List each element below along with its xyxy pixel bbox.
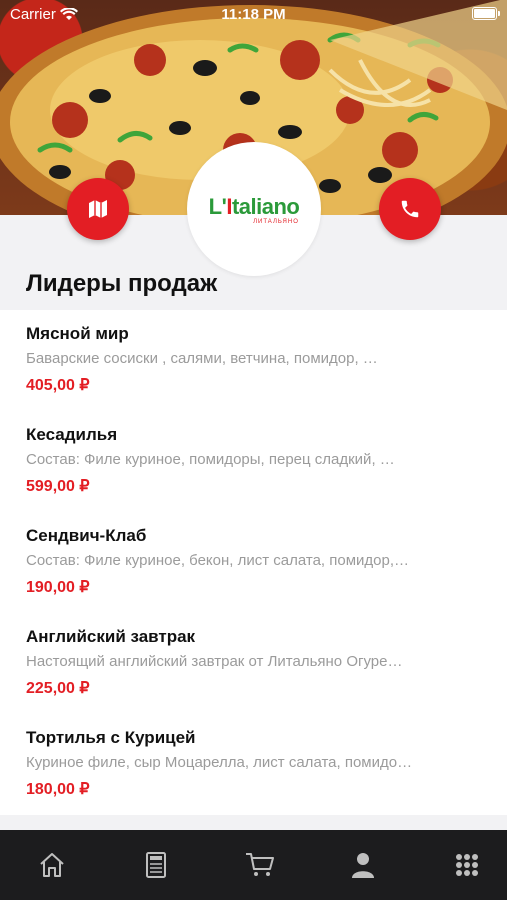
product-name: Кесадилья <box>26 425 118 444</box>
product-price: 225,00 ₽ <box>26 680 90 697</box>
logo-subtitle: ЛИТАЛЬЯНО <box>253 218 299 225</box>
tab-cart[interactable] <box>244 845 276 885</box>
home-icon <box>40 853 64 877</box>
product-price: 405,00 ₽ <box>26 377 90 394</box>
product-item[interactable]: Сендвич-Клаб Состав: Филе куриное, бекон… <box>26 512 486 602</box>
restaurant-logo: L'Italiano ЛИТАЛЬЯНО <box>187 142 321 276</box>
product-name: Мясной мир <box>26 324 129 343</box>
cart-icon <box>245 853 274 876</box>
clock: 11:18 PM <box>221 5 286 23</box>
product-price: 180,00 ₽ <box>26 781 90 798</box>
menu-icon <box>145 852 166 878</box>
tab-home[interactable] <box>36 845 68 885</box>
product-description: Состав: Филе куриное, помидоры, перец сл… <box>26 451 395 468</box>
product-price: 599,00 ₽ <box>26 478 90 495</box>
call-button[interactable] <box>379 178 441 240</box>
product-list: Мясной мир Баварские сосиски , салями, в… <box>0 310 507 815</box>
tab-bar <box>0 830 507 900</box>
product-item[interactable]: Тортилья с Курицей Куриное филе, сыр Моц… <box>26 714 486 804</box>
tab-more[interactable] <box>451 845 483 885</box>
product-item[interactable]: Английский завтрак Настоящий английский … <box>26 613 486 703</box>
phone-icon <box>401 200 419 218</box>
logo-wordmark: L'Italiano <box>209 194 300 220</box>
logo-prefix: L' <box>208 193 227 219</box>
section-title: Лидеры продаж <box>26 270 218 297</box>
tab-profile[interactable] <box>347 845 379 885</box>
grid-icon <box>456 854 478 876</box>
product-name: Английский завтрак <box>26 627 196 646</box>
product-name: Сендвич-Клаб <box>26 526 147 545</box>
map-button[interactable] <box>67 178 129 240</box>
product-description: Баварские сосиски , салями, ветчина, пом… <box>26 350 378 367</box>
product-description: Состав: Филе куриное, бекон, лист салата… <box>26 552 410 569</box>
tab-menu[interactable] <box>140 845 172 885</box>
product-name: Тортилья с Курицей <box>26 728 196 747</box>
status-bar: Carrier 11:18 PM <box>0 0 507 28</box>
product-item[interactable]: Кесадилья Состав: Филе куриное, помидоры… <box>26 411 486 501</box>
product-description: Куриное филе, сыр Моцарелла, лист салата… <box>26 754 413 771</box>
map-icon <box>89 200 107 218</box>
product-description: Настоящий английский завтрак от Литальян… <box>26 653 403 670</box>
product-price: 190,00 ₽ <box>26 579 90 596</box>
product-item[interactable]: Мясной мир Баварские сосиски , салями, в… <box>26 310 486 400</box>
battery-icon <box>472 7 500 20</box>
profile-icon <box>352 853 375 878</box>
logo-rest: taliano <box>231 193 300 219</box>
